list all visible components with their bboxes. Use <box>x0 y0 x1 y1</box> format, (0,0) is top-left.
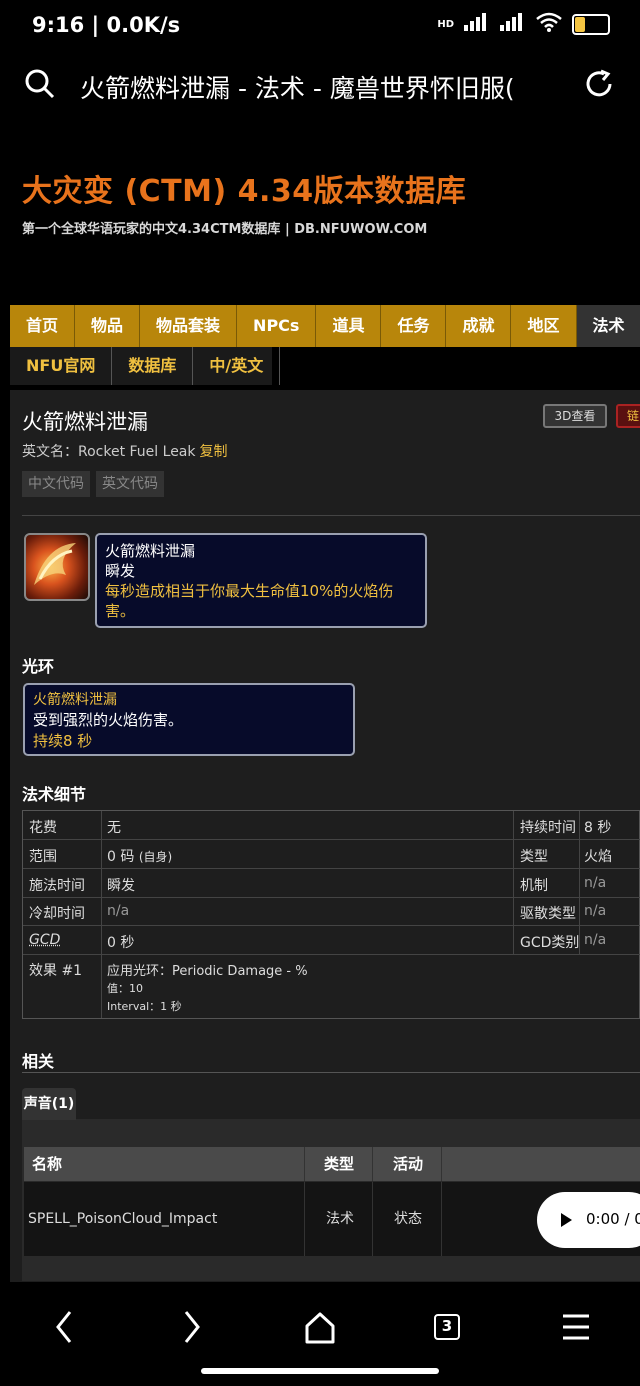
tabs-count: 3 <box>434 1314 460 1340</box>
nav-database[interactable]: 数据库 <box>112 347 193 385</box>
nav-quests[interactable]: 任务 <box>381 305 446 347</box>
signal-icon <box>464 13 490 35</box>
forward-icon[interactable] <box>162 1302 222 1352</box>
effect-line-2: 值：10 <box>107 980 143 996</box>
school-value: 火焰 <box>584 846 612 866</box>
audio-time: 0:00 / 0: <box>586 1210 640 1228</box>
aura-heading: 光环 <box>22 653 54 677</box>
cast-time-value: 瞬发 <box>107 875 135 895</box>
mechanic-label: 机制 <box>520 875 548 895</box>
range-value: 0 码 (自身) <box>107 846 172 866</box>
english-name-label: 英文名：Rocket Fuel Leak <box>22 444 196 460</box>
cost-value: 无 <box>107 817 121 837</box>
tabs-button[interactable]: 3 <box>418 1302 478 1352</box>
spell-tooltip: 火箭燃料泄漏 瞬发 每秒造成相当于你最大生命值10%的火焰伤害。 <box>95 533 427 628</box>
range-note: (自身) <box>139 850 172 864</box>
related-divider <box>22 1072 640 1073</box>
browser-address-bar[interactable]: 火箭燃料泄漏 - 法术 - 魔兽世界怀旧服( <box>0 55 640 117</box>
english-name: 英文名：Rocket Fuel Leak 复制 <box>22 441 228 461</box>
column-name[interactable]: 名称 <box>32 1147 62 1181</box>
sound-type: 法术 <box>326 1182 354 1256</box>
related-heading: 相关 <box>22 1048 54 1072</box>
copy-link[interactable]: 复制 <box>200 444 228 460</box>
dispel-value: n/a <box>584 903 606 919</box>
nav-npcs[interactable]: NPCs <box>237 305 316 347</box>
nav-home[interactable]: 首页 <box>10 305 75 347</box>
nav-language-toggle[interactable]: 中/英文 <box>193 347 280 385</box>
search-icon[interactable] <box>25 69 55 99</box>
english-code-button[interactable]: 英文代码 <box>96 471 164 497</box>
status-time: 9:16 | 0.0K/s <box>32 13 180 37</box>
view-3d-button[interactable]: 3D查看 <box>543 404 607 428</box>
battery-level: 4 <box>587 17 595 31</box>
reload-icon[interactable] <box>584 69 614 99</box>
cost-label: 花费 <box>29 817 57 837</box>
aura-duration: 持续8 秒 <box>33 731 345 752</box>
aura-name: 火箭燃料泄漏 <box>33 690 345 710</box>
aura-tooltip: 火箭燃料泄漏 受到强烈的火焰伤害。 持续8 秒 <box>23 683 355 756</box>
effect-line-3: Interval：1 秒 <box>107 998 182 1014</box>
tooltip-description: 每秒造成相当于你最大生命值10%的火焰伤害。 <box>105 581 417 621</box>
nav-spells[interactable]: 法术 <box>577 305 640 347</box>
effect-label: 效果 #1 <box>29 960 82 980</box>
duration-label: 持续时间 <box>520 817 576 837</box>
details-table: 花费 无 范围 0 码 (自身) 施法时间 瞬发 冷却时间 n/a GCD 0 … <box>22 810 640 1019</box>
wifi-icon <box>536 12 562 36</box>
gcd-value: 0 秒 <box>107 932 134 952</box>
cooldown-value: n/a <box>107 903 129 919</box>
nav-zones[interactable]: 地区 <box>511 305 576 347</box>
nav-items[interactable]: 物品 <box>75 305 140 347</box>
tab-sounds[interactable]: 声音(1) <box>22 1088 76 1120</box>
menu-icon[interactable] <box>546 1302 606 1352</box>
sound-activity: 状态 <box>394 1182 422 1256</box>
column-activity[interactable]: 活动 <box>393 1147 423 1181</box>
page-title-field[interactable]: 火箭燃料泄漏 - 法术 - 魔兽世界怀旧服( <box>80 69 560 105</box>
primary-nav: 首页 物品 物品套装 NPCs 道具 任务 成就 地区 法术 <box>10 305 640 347</box>
duration-value: 8 秒 <box>584 817 611 837</box>
chinese-code-button[interactable]: 中文代码 <box>22 471 90 497</box>
sound-table-header: 名称 类型 活动 <box>24 1147 640 1181</box>
battery-icon: 4 <box>572 14 610 35</box>
link-button[interactable]: 链 <box>616 404 640 428</box>
range-label: 范围 <box>29 846 57 866</box>
back-icon[interactable] <box>34 1302 94 1352</box>
range-number: 0 码 <box>107 849 134 865</box>
site-banner-subtitle: 第一个全球华语玩家的中文4.34CTM数据库 | DB.NFUWOW.COM <box>22 218 427 237</box>
spell-title: 火箭燃料泄漏 <box>22 406 148 436</box>
nav-item-sets[interactable]: 物品套装 <box>140 305 237 347</box>
dispel-label: 驱散类型 <box>520 903 576 923</box>
gcd-category-label: GCD类别 <box>520 932 579 952</box>
column-type[interactable]: 类型 <box>324 1147 354 1181</box>
cast-time-label: 施法时间 <box>29 875 85 895</box>
status-bar: 9:16 | 0.0K/s HD 4 <box>0 0 640 52</box>
nav-objects[interactable]: 道具 <box>316 305 381 347</box>
home-indicator[interactable] <box>201 1368 439 1374</box>
gcd-label[interactable]: GCD <box>29 932 60 948</box>
nav-nfu-site[interactable]: NFU官网 <box>10 347 112 385</box>
site-banner-title[interactable]: 大灾变 (CTM) 4.34版本数据库 <box>22 166 466 210</box>
effect-line-1: 应用光环：Periodic Damage - % <box>107 960 308 979</box>
network-label: HD <box>437 19 454 30</box>
home-icon[interactable] <box>290 1302 350 1352</box>
details-heading: 法术细节 <box>22 781 86 805</box>
spell-icon[interactable] <box>24 533 90 601</box>
signal-icon-2 <box>500 13 526 35</box>
aura-description: 受到强烈的火焰伤害。 <box>33 710 345 731</box>
tooltip-cast: 瞬发 <box>105 561 417 581</box>
gcd-category-value: n/a <box>584 932 606 948</box>
mechanic-value: n/a <box>584 875 606 891</box>
divider <box>22 515 640 516</box>
sound-name-link[interactable]: SPELL_PoisonCloud_Impact <box>28 1182 217 1256</box>
school-label: 类型 <box>520 846 548 866</box>
nav-achievements[interactable]: 成就 <box>446 305 511 347</box>
play-icon[interactable] <box>561 1213 572 1227</box>
secondary-nav: NFU官网 数据库 中/英文 <box>10 347 272 385</box>
cooldown-label: 冷却时间 <box>29 903 85 923</box>
audio-player[interactable]: 0:00 / 0: <box>537 1192 640 1248</box>
tooltip-name: 火箭燃料泄漏 <box>105 541 417 561</box>
